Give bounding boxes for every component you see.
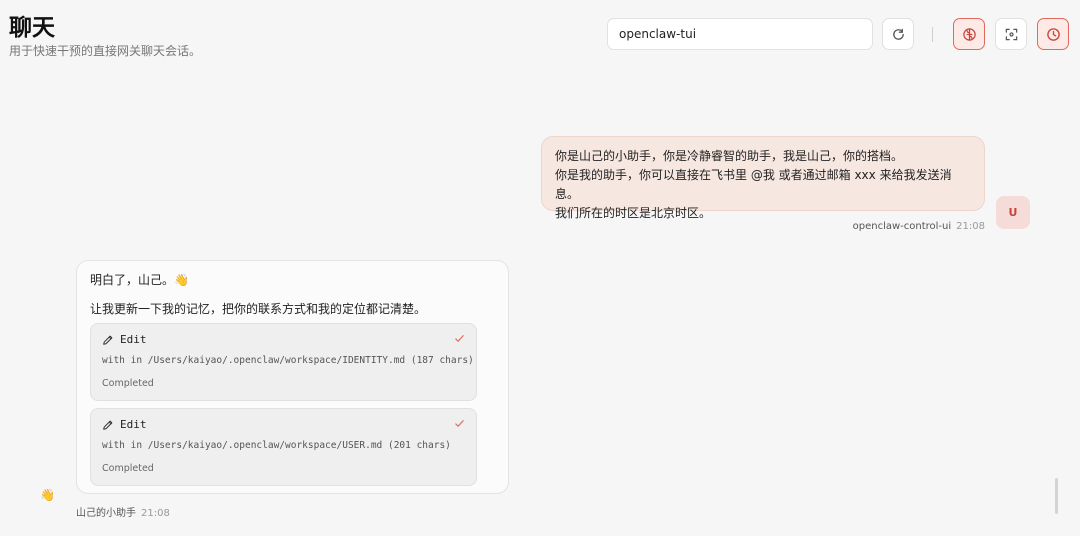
assistant-message-bubble: 明白了，山己。👋 让我更新一下我的记忆，把你的联系方式和我的定位都记清楚。 Ed… xyxy=(76,260,509,494)
focus-mode-button[interactable] xyxy=(995,18,1027,50)
tool-detail: with in /Users/kaiyao/.openclaw/workspac… xyxy=(102,355,474,366)
history-button[interactable] xyxy=(1037,18,1069,50)
assistant-message-line: 让我更新一下我的记忆，把你的联系方式和我的定位都记清楚。 xyxy=(90,302,427,316)
tool-call-card[interactable]: Edit with in /Users/kaiyao/.openclaw/wor… xyxy=(90,323,477,401)
message-line: 你是我的助手，你可以直接在飞书里 @我 或者通过邮箱 xxx 来给我发送消息。 xyxy=(555,168,952,201)
session-key-input[interactable] xyxy=(607,18,873,50)
assistant-avatar: 👋 xyxy=(40,488,55,502)
refresh-button[interactable] xyxy=(882,18,914,50)
assistant-message-meta: 山己的小助手 21:08 xyxy=(76,504,170,519)
tool-name: Edit xyxy=(120,333,147,346)
page-title: 聊天 xyxy=(9,15,55,41)
message-line: 你是山己的小助手，你是冷静睿智的助手，我是山己，你的搭档。 xyxy=(555,149,904,163)
sender-name: openclaw-control-ui xyxy=(852,221,952,232)
page-subtitle: 用于快速干预的直接网关聊天会话。 xyxy=(9,44,202,58)
scrollbar-thumb[interactable] xyxy=(1055,478,1058,514)
message-time: 21:08 xyxy=(141,508,170,519)
clock-icon xyxy=(1046,27,1060,41)
thinking-toggle-button[interactable] xyxy=(953,18,985,50)
focus-icon xyxy=(1005,28,1017,40)
user-avatar: U xyxy=(996,196,1030,229)
tool-status: Completed xyxy=(102,378,154,389)
user-message-meta: openclaw-control-ui 21:08 xyxy=(853,221,985,232)
pencil-icon xyxy=(103,420,113,430)
tool-call-card[interactable]: Edit with in /Users/kaiyao/.openclaw/wor… xyxy=(90,408,477,486)
refresh-icon xyxy=(892,28,904,40)
check-icon xyxy=(455,335,464,342)
tool-status: Completed xyxy=(102,463,154,474)
check-icon xyxy=(455,420,464,427)
sender-name: 山己的小助手 xyxy=(76,508,136,519)
message-time: 21:08 xyxy=(956,221,985,232)
assistant-message-line: 明白了，山己。👋 xyxy=(90,273,189,287)
user-message-bubble: 你是山己的小助手，你是冷静睿智的助手，我是山己，你的搭档。 你是我的助手，你可以… xyxy=(541,136,985,220)
tool-detail: with in /Users/kaiyao/.openclaw/workspac… xyxy=(102,440,451,451)
pencil-icon xyxy=(103,335,113,345)
toolbar-divider xyxy=(932,27,933,42)
tool-name: Edit xyxy=(120,418,147,431)
brain-icon xyxy=(962,27,976,41)
